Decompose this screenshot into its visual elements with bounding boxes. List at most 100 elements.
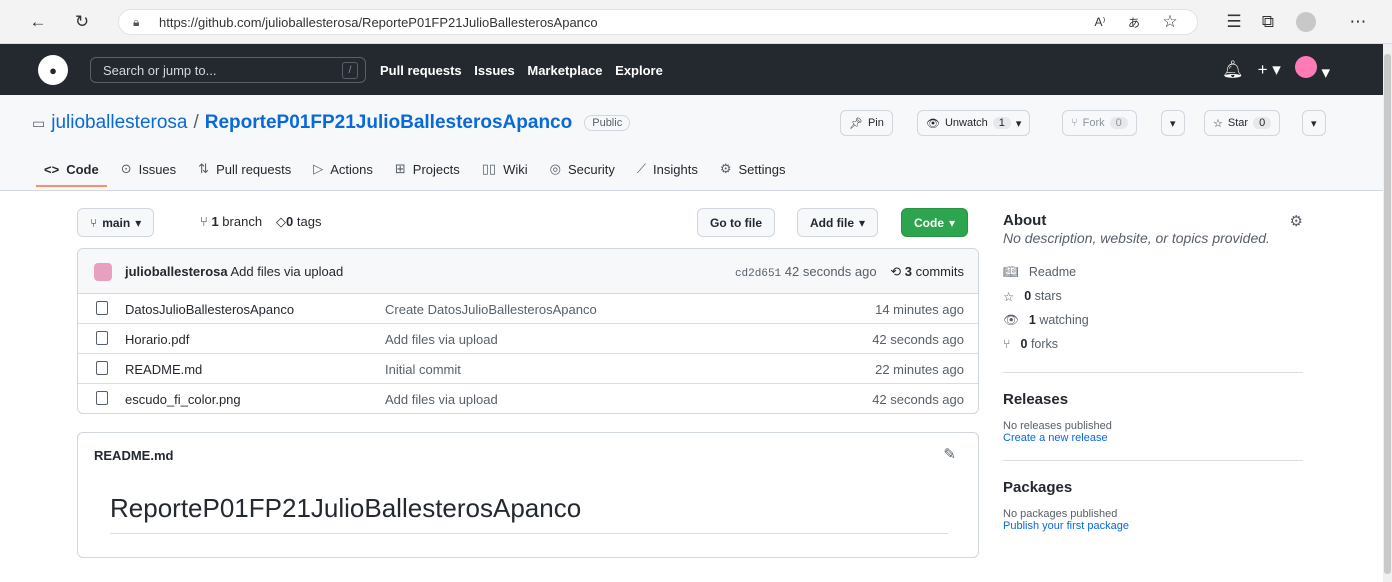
code-button[interactable]: Code ▾ bbox=[901, 208, 969, 237]
tab-label: Insights bbox=[653, 161, 698, 177]
add-file-label: Add file bbox=[810, 215, 854, 230]
github-logo-icon[interactable]: ● bbox=[38, 55, 68, 85]
translate-icon[interactable]: あ bbox=[1122, 10, 1146, 34]
nav-marketplace[interactable]: Marketplace bbox=[527, 63, 602, 78]
go-to-file-button[interactable]: Go to file bbox=[697, 208, 775, 237]
tag-count: 0 bbox=[286, 214, 294, 229]
file-commit-message[interactable]: Add files via upload bbox=[385, 332, 498, 347]
nav-issues[interactable]: Issues bbox=[474, 63, 514, 78]
add-file-button[interactable]: Add file ▾ bbox=[797, 208, 879, 237]
scrollbar-thumb[interactable] bbox=[1384, 54, 1391, 574]
create-new-plus-icon[interactable]: + ▾ bbox=[1258, 60, 1281, 80]
commits-count: 3 bbox=[904, 264, 912, 279]
stars-link[interactable]: ☆ 0 stars bbox=[1003, 284, 1303, 308]
chevron-down-icon: ▾ bbox=[949, 215, 956, 230]
file-commit-message[interactable]: Initial commit bbox=[385, 362, 461, 377]
tab-label: Code bbox=[66, 161, 99, 177]
back-arrow-icon[interactable]: ← bbox=[26, 10, 50, 34]
packages-title[interactable]: Packages bbox=[1003, 479, 1303, 496]
tab-security[interactable]: ◎ Security bbox=[550, 161, 615, 177]
tab-wiki[interactable]: ▯▯ Wiki bbox=[482, 161, 528, 177]
stars-count: 0 bbox=[1024, 289, 1032, 303]
branch-select-button[interactable]: ⑂ main ▾ bbox=[77, 208, 155, 237]
tab-issues[interactable]: ⊙ Issues bbox=[121, 161, 176, 177]
file-name-link[interactable]: DatosJulioBallesterosApanco bbox=[125, 302, 294, 317]
about-sidebar: About ⚙ No description, website, or topi… bbox=[1003, 192, 1303, 532]
slash-key-hint: / bbox=[342, 62, 358, 79]
readme-filename[interactable]: README.md bbox=[94, 448, 173, 463]
forks-link[interactable]: ⑂ 0 forks bbox=[1003, 332, 1303, 356]
star-icon: ☆ bbox=[1213, 117, 1223, 130]
tab-pull-requests[interactable]: ⇅ Pull requests bbox=[198, 161, 291, 177]
tab-label: Settings bbox=[738, 161, 786, 177]
releases-empty-text: No releases published bbox=[1003, 420, 1112, 432]
file-name-link[interactable]: escudo_fi_color.png bbox=[125, 392, 241, 407]
branch-tag-info: ⑂ 1 branch ◇0 tags bbox=[200, 214, 321, 230]
create-release-link[interactable]: Create a new release bbox=[1003, 432, 1303, 444]
pin-button[interactable]: 📌︎ Pin bbox=[840, 110, 893, 136]
address-bar[interactable]: 🔒︎ https://github.com/julioballesterosa/… bbox=[118, 9, 1198, 35]
repo-owner-link[interactable]: julioballesterosa bbox=[51, 112, 187, 134]
author-avatar[interactable] bbox=[94, 263, 112, 281]
star-label: Star bbox=[1227, 117, 1249, 129]
releases-title[interactable]: Releases bbox=[1003, 391, 1303, 408]
tab-actions[interactable]: ▷ Actions bbox=[313, 161, 373, 177]
star-button[interactable]: ☆ Star 0 bbox=[1204, 110, 1281, 136]
search-input[interactable]: Search or jump to... / bbox=[90, 57, 366, 83]
commit-sha[interactable]: cd2d651 bbox=[735, 268, 781, 280]
file-name-link[interactable]: Horario.pdf bbox=[125, 332, 189, 347]
tab-insights[interactable]: ⟋ Insights bbox=[637, 161, 698, 177]
forks-text: forks bbox=[1030, 337, 1059, 351]
github-header: ● Search or jump to... / Pull requests I… bbox=[0, 44, 1383, 95]
file-commit-time: 14 minutes ago bbox=[875, 302, 964, 317]
fork-label: Fork bbox=[1082, 117, 1105, 129]
chevron-down-icon: ▾ bbox=[1015, 117, 1022, 130]
commit-author[interactable]: julioballesterosa bbox=[125, 264, 228, 279]
more-options-icon[interactable]: ⋯ bbox=[1346, 10, 1370, 34]
user-avatar[interactable]: ▾ bbox=[1294, 56, 1330, 83]
pin-label: Pin bbox=[867, 117, 884, 129]
file-row: DatosJulioBallesterosApanco Create Datos… bbox=[78, 294, 978, 324]
readme-box: README.md ✎ ReporteP01FP21JulioBallester… bbox=[77, 432, 979, 558]
file-commit-message[interactable]: Add files via upload bbox=[385, 392, 498, 407]
file-commit-time: 42 seconds ago bbox=[872, 332, 964, 347]
commit-time: 42 seconds ago bbox=[784, 264, 877, 279]
gear-icon[interactable]: ⚙ bbox=[1290, 212, 1303, 230]
commit-message[interactable]: Add files via upload bbox=[231, 264, 344, 279]
unwatch-button[interactable]: 👁︎ Unwatch 1 ▾ bbox=[917, 110, 1031, 136]
tags-link[interactable]: ◇0 tags bbox=[276, 214, 321, 230]
repo-name-link[interactable]: ReporteP01FP21JulioBallesterosApanco bbox=[205, 112, 572, 134]
readme-link[interactable]: 📖︎ Readme bbox=[1003, 260, 1303, 284]
commits-link[interactable]: ⟲ 3 commits bbox=[890, 264, 964, 279]
fork-dropdown-button[interactable]: ▾ bbox=[1161, 110, 1185, 136]
divider bbox=[1003, 460, 1303, 461]
vertical-scrollbar[interactable] bbox=[1383, 44, 1392, 582]
watching-text: watching bbox=[1039, 313, 1089, 327]
wiki-icon: ▯▯ bbox=[481, 161, 497, 176]
file-commit-time: 42 seconds ago bbox=[872, 392, 964, 407]
refresh-icon[interactable]: ↻ bbox=[70, 10, 94, 34]
nav-pull-requests[interactable]: Pull requests bbox=[380, 63, 462, 78]
file-name-link[interactable]: README.md bbox=[125, 362, 202, 377]
read-aloud-icon[interactable]: A⁾ bbox=[1088, 10, 1112, 34]
watching-link[interactable]: 👁︎ 1 watching bbox=[1003, 308, 1303, 332]
favorites-bar-icon[interactable]: ☰ bbox=[1222, 10, 1246, 34]
tab-settings[interactable]: ⚙ Settings bbox=[720, 161, 786, 177]
favorite-icon[interactable]: ☆ bbox=[1158, 10, 1182, 34]
tab-projects[interactable]: ⊞ Projects bbox=[395, 161, 460, 177]
edit-pencil-icon[interactable]: ✎ bbox=[943, 445, 956, 463]
nav-explore[interactable]: Explore bbox=[615, 63, 663, 78]
branches-link[interactable]: ⑂ 1 branch bbox=[200, 214, 262, 230]
url-text[interactable]: https://github.com/julioballesterosa/Rep… bbox=[159, 15, 598, 30]
publish-package-link[interactable]: Publish your first package bbox=[1003, 520, 1303, 532]
browser-profile-avatar[interactable] bbox=[1296, 12, 1316, 32]
star-dropdown-button[interactable]: ▾ bbox=[1302, 110, 1326, 136]
book-icon: 📖︎ bbox=[1003, 264, 1019, 279]
fork-icon: ⑂ bbox=[1003, 337, 1011, 351]
file-commit-message[interactable]: Create DatosJulioBallesterosApanco bbox=[385, 302, 597, 317]
notifications-bell-icon[interactable]: 🔔︎ bbox=[1222, 60, 1244, 80]
code-icon: <> bbox=[44, 161, 60, 177]
fork-button[interactable]: ⑂ Fork 0 bbox=[1062, 110, 1137, 136]
collections-icon[interactable]: ⧉ bbox=[1256, 10, 1280, 34]
tab-code[interactable]: <> Code bbox=[36, 161, 107, 187]
